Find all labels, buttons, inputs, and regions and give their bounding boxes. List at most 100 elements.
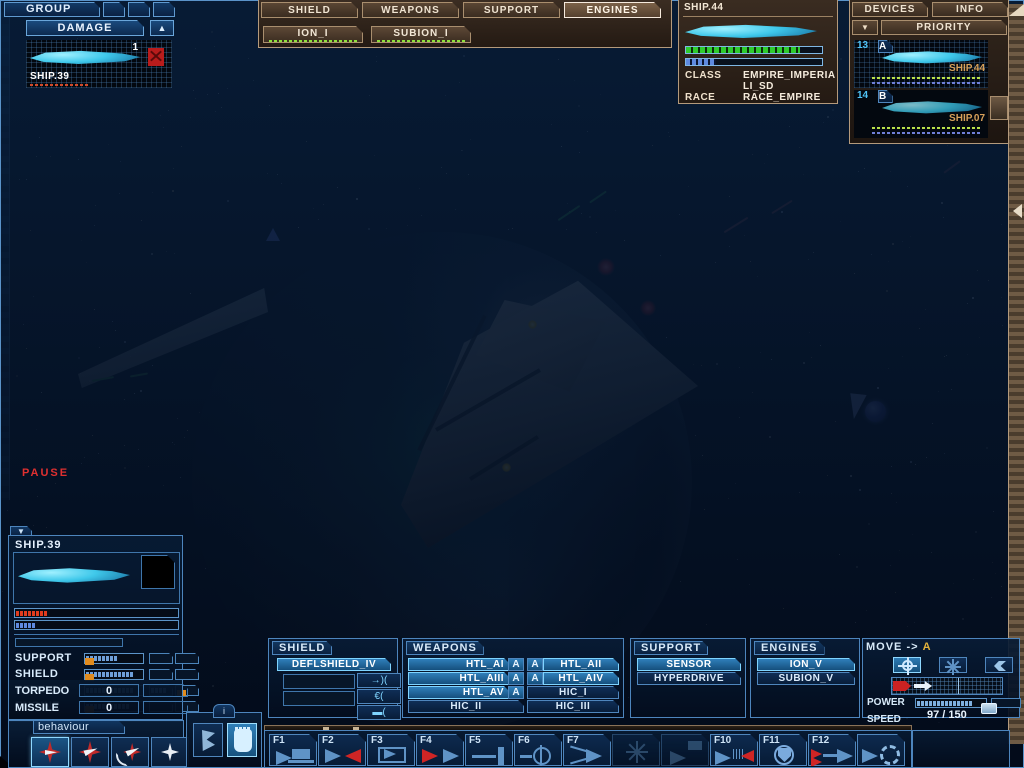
move-burst-mode-button[interactable] xyxy=(939,657,967,675)
device-entry-13[interactable]: 13 A SHIP.44 xyxy=(854,40,988,88)
row-box-1[interactable] xyxy=(149,653,173,664)
weapon-slot-hic-iii[interactable]: HIC_III xyxy=(527,700,619,713)
status-row-support[interactable]: SUPPORT xyxy=(15,651,178,666)
weapon-slot-htl-ai[interactable]: HTL_AI xyxy=(408,658,510,671)
weapons-panel[interactable]: WEAPONS HTL_AI A A HTL_AII HTL_AIII A A … xyxy=(402,638,624,718)
weapon-slot-htl-aiv[interactable]: HTL_AIV xyxy=(543,672,619,685)
support-panel[interactable]: SUPPORT SENSOR HYPERDRIVE xyxy=(630,638,746,718)
sort-ascending-icon[interactable]: ▲ xyxy=(150,20,174,36)
tab-info[interactable]: INFO xyxy=(932,2,1008,17)
shield-icon-full[interactable]: ▬( xyxy=(357,705,401,720)
behaviour-panel[interactable]: behaviour xyxy=(8,720,189,768)
throttle-slider[interactable] xyxy=(891,677,1003,695)
move-panel[interactable]: MOVE -> A POWER SPEED 97 / 150 xyxy=(862,638,1021,725)
fkey-bar[interactable]: F1 F2 F3 F4 F5 F6 F7 F10 F11 F12 xyxy=(264,730,912,768)
fkey-f7[interactable]: F7 xyxy=(563,734,611,766)
weapon-slot-hic-ii[interactable]: HIC_II xyxy=(408,700,524,713)
damage-sort-button[interactable]: DAMAGE xyxy=(26,20,144,36)
fkey-f9[interactable] xyxy=(661,734,709,766)
counter-missile[interactable]: MISSILE 0 xyxy=(15,701,178,716)
counter-torpedo[interactable]: TORPEDO 0 xyxy=(15,684,178,699)
chevron-down-icon[interactable]: ▼ xyxy=(852,20,878,35)
ammo-counters-panel[interactable]: TORPEDO 0 MISSILE 0 xyxy=(8,680,183,720)
right-panel-nub[interactable] xyxy=(990,96,1008,120)
behaviour-passive-button[interactable] xyxy=(151,737,189,767)
weapon-ammo-htl-aiv[interactable]: A xyxy=(527,672,543,685)
group-tab-4[interactable] xyxy=(153,2,175,17)
device-entry-14[interactable]: 14 B SHIP.07 xyxy=(854,90,988,138)
speed-slider-knob[interactable] xyxy=(981,703,997,714)
behaviour-defensive-button[interactable] xyxy=(71,737,109,767)
right-scrollbar[interactable] xyxy=(1008,4,1024,744)
fkey-f11[interactable]: F11 xyxy=(759,734,807,766)
weapon-ammo-htl-av[interactable]: A xyxy=(508,686,524,699)
fkey-f8[interactable] xyxy=(612,734,660,766)
target-ship-info-panel[interactable]: SHIP.44 CLASS EMPIRE_IMPERIA LI_SD RACE … xyxy=(678,0,838,104)
shield-subslot-1[interactable] xyxy=(283,674,355,689)
fkey-f10[interactable]: F10 xyxy=(710,734,758,766)
weapon-slot-hic-i[interactable]: HIC_I xyxy=(527,686,619,699)
weapon-ammo-htl-ai[interactable]: A xyxy=(508,658,524,671)
right-caret-icon[interactable] xyxy=(1013,204,1022,218)
equipment-tabs[interactable]: SHIELD WEAPONS SUPPORT ENGINES xyxy=(261,2,661,18)
behaviour-evasive-button[interactable] xyxy=(111,737,149,767)
behaviour-aggressive-button[interactable] xyxy=(31,737,69,767)
info-icon[interactable]: i xyxy=(213,704,235,718)
shield-icon-aft[interactable]: €( xyxy=(357,689,401,704)
fkey-selfdestruct[interactable] xyxy=(857,734,905,766)
devices-tab-row[interactable]: DEVICES INFO xyxy=(852,2,1008,17)
group-ship-entry[interactable]: 1 SHIP.39 xyxy=(26,40,172,88)
equipment-item-ion-i[interactable]: ION_I xyxy=(263,26,363,43)
fkey-f12[interactable]: F12 xyxy=(808,734,856,766)
burst-icon xyxy=(941,654,965,678)
devices-panel[interactable]: DEVICES INFO ▼ PRIORITY 13 A SHIP.44 14 … xyxy=(849,0,1009,144)
hand-tool-button[interactable] xyxy=(227,723,257,757)
tab-engines[interactable]: ENGINES xyxy=(564,2,661,18)
equipment-items[interactable]: ION_I SUBION_I xyxy=(263,26,471,43)
equipment-item-bar xyxy=(269,40,357,42)
priority-row[interactable]: ▼ PRIORITY xyxy=(852,20,1007,35)
row-slider-marker[interactable] xyxy=(85,658,94,665)
fkey-f1[interactable]: F1 xyxy=(269,734,317,766)
equipment-item-subion-i[interactable]: SUBION_I xyxy=(371,26,471,43)
weapon-ammo-htl-aiii[interactable]: A xyxy=(508,672,524,685)
scan-tool-button[interactable] xyxy=(193,723,223,757)
tab-devices[interactable]: DEVICES xyxy=(852,2,928,17)
shield-icon-forward[interactable]: →)( xyxy=(357,673,401,688)
burst-icon xyxy=(625,739,649,763)
shield-panel[interactable]: SHIELD DEFLSHIELD_IV →)( €( ▬( xyxy=(268,638,401,720)
row-box-1[interactable] xyxy=(149,669,173,680)
row-box-2[interactable] xyxy=(175,653,199,664)
fkey-f5[interactable]: F5 xyxy=(465,734,513,766)
shield-subslot-2[interactable] xyxy=(283,691,355,706)
priority-button[interactable]: PRIORITY xyxy=(881,20,1007,35)
fkey-f6[interactable]: F6 xyxy=(514,734,562,766)
scrollbar-thumb[interactable] xyxy=(1009,4,1024,16)
weapon-slot-htl-aiii[interactable]: HTL_AIII xyxy=(408,672,510,685)
weapon-slot-htl-aii[interactable]: HTL_AII xyxy=(543,658,619,671)
support-slot-sensor[interactable]: SENSOR xyxy=(637,658,741,671)
tab-weapons[interactable]: WEAPONS xyxy=(362,2,459,18)
shield-slot-deflshield[interactable]: DEFLSHIELD_IV xyxy=(277,658,391,671)
group-panel[interactable]: GROUP DAMAGE ▲ 1 SHIP.39 xyxy=(0,0,172,92)
fkey-f3[interactable]: F3 xyxy=(367,734,415,766)
power-bar[interactable] xyxy=(915,698,987,708)
engine-slot-subion-v[interactable]: SUBION_V xyxy=(757,672,855,685)
tools-panel[interactable]: i xyxy=(186,704,262,768)
engines-panel[interactable]: ENGINES ION_V SUBION_V xyxy=(750,638,860,718)
throttle-handle[interactable] xyxy=(914,681,932,691)
tab-support[interactable]: SUPPORT xyxy=(463,2,560,18)
tab-shield[interactable]: SHIELD xyxy=(261,2,358,18)
move-target-mode-button[interactable] xyxy=(893,657,921,675)
weapon-ammo-htl-aii[interactable]: A xyxy=(527,658,543,671)
support-slot-hyperdrive[interactable]: HYPERDRIVE xyxy=(637,672,741,685)
row-box-2[interactable] xyxy=(175,669,199,680)
equipment-tab-panel[interactable]: SHIELD WEAPONS SUPPORT ENGINES ION_I SUB… xyxy=(258,0,672,48)
fkey-f2[interactable]: F2 xyxy=(318,734,366,766)
weapon-slot-htl-av[interactable]: HTL_AV xyxy=(408,686,510,699)
move-rotate-mode-button[interactable] xyxy=(985,657,1013,673)
engine-slot-ion-v[interactable]: ION_V xyxy=(757,658,855,671)
group-tab-2[interactable] xyxy=(103,2,125,17)
fkey-f4[interactable]: F4 xyxy=(416,734,464,766)
group-tab-3[interactable] xyxy=(128,2,150,17)
